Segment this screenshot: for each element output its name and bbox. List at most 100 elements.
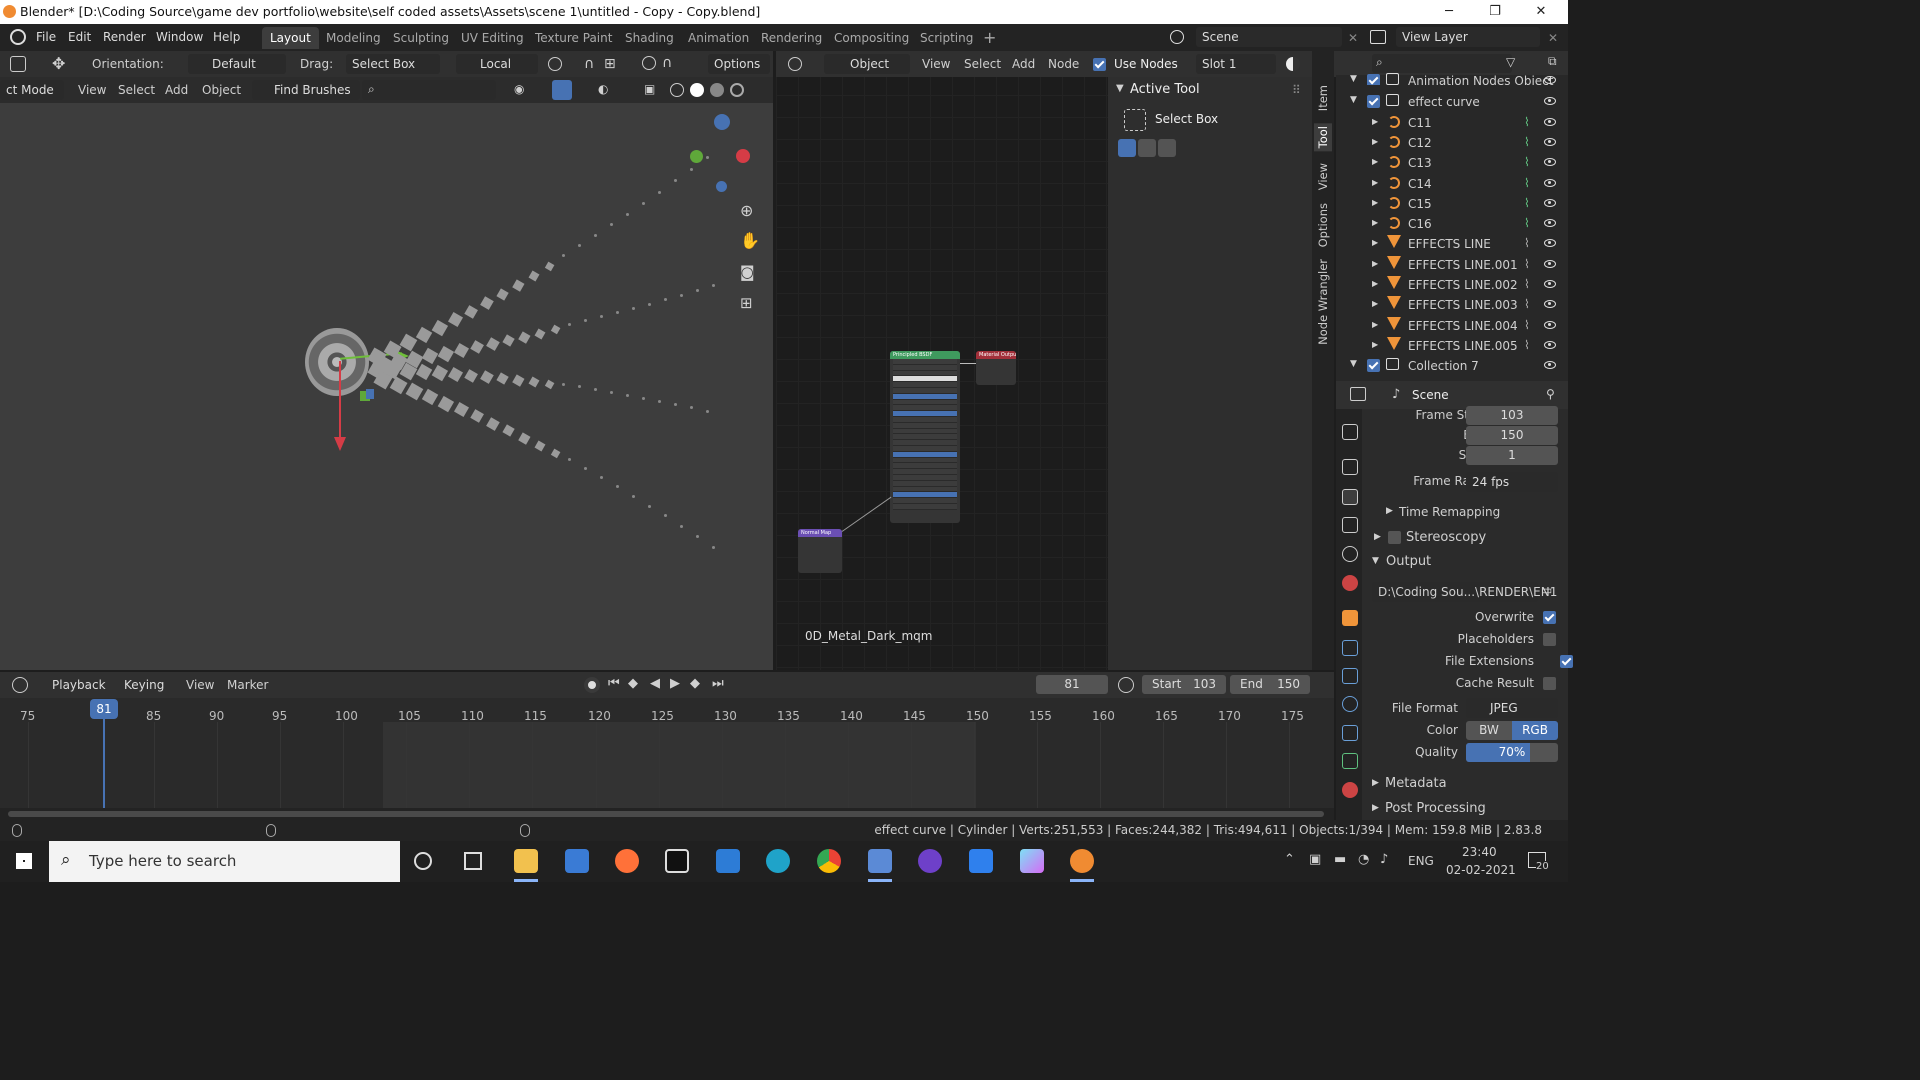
curve-data-icon[interactable]: ⌇ [1524,216,1530,230]
vscode-icon[interactable] [969,849,993,873]
timeline-scrollbar[interactable] [0,808,1334,820]
expand-chevron-icon[interactable]: ▶ [1372,117,1378,126]
maximize-button[interactable]: ❐ [1472,0,1518,24]
file-explorer-icon[interactable] [514,849,538,873]
collection-include-checkbox[interactable] [1367,359,1380,373]
visibility-eye-icon[interactable] [1544,137,1556,146]
time-remapping-panel[interactable]: Time Remapping [1399,505,1500,519]
tool-properties-icon[interactable] [1342,424,1358,440]
output-chevron-icon[interactable]: ▼ [1372,556,1379,566]
outliner-row[interactable]: ▼ effect curve [1336,92,1568,112]
visibility-eye-icon[interactable] [1544,198,1556,207]
expand-chevron-icon[interactable]: ▶ [1372,259,1378,268]
new-collection-icon[interactable]: ⧉ [1548,54,1557,69]
expand-chevron-icon[interactable]: ▶ [1372,218,1378,227]
timeline-marker-menu[interactable]: Marker [227,678,268,692]
mail-icon[interactable] [716,849,740,873]
output-properties-icon[interactable] [1342,489,1358,505]
outliner-row[interactable]: ▼ Collection 7 [1336,356,1568,376]
bsdf-socket-row[interactable] [893,503,957,510]
blender-menu-icon[interactable] [10,29,26,45]
modifier-properties-icon[interactable] [1342,640,1358,656]
world-properties-icon[interactable] [1342,575,1358,591]
preview-range-icon[interactable] [1118,677,1134,693]
principled-bsdf-node[interactable]: Principled BSDF [890,351,960,523]
add-workspace-button[interactable]: + [975,27,1004,49]
stereoscopy-panel[interactable]: Stereoscopy [1406,530,1486,545]
visibility-eye-icon[interactable] [1544,178,1556,187]
post-processing-chevron-icon[interactable]: ▶ [1372,803,1379,813]
tab-item[interactable]: Item [1316,85,1330,111]
blender-taskbar-icon[interactable] [1070,849,1094,873]
expand-chevron-icon[interactable]: ▶ [1372,340,1378,349]
language-indicator[interactable]: ENG [1408,854,1434,868]
curve-data-icon[interactable]: ⌇ [1524,176,1530,190]
menu-render[interactable]: Render [103,30,146,44]
outliner-row[interactable]: ▶ ⌇ EFFECTS LINE.004 [1336,316,1568,336]
node-editor-type-icon[interactable] [788,57,802,71]
file-format-dropdown[interactable]: JPEG [1466,698,1558,718]
panel-drag-icon[interactable]: ⠿ [1292,83,1301,97]
outliner-row[interactable]: ▼ Animation Nodes Object [1336,71,1568,85]
tab-options[interactable]: Options [1316,203,1330,247]
play-button[interactable]: ▶ [670,676,680,691]
tray-device-icon[interactable]: ▣ [1309,852,1321,867]
expand-chevron-icon[interactable]: ▶ [1372,279,1378,288]
metadata-chevron-icon[interactable]: ▶ [1372,778,1379,788]
jump-end-button[interactable]: ⏭ [712,676,724,691]
folder-icon[interactable]: ▭ [1541,583,1552,597]
start-frame-field[interactable]: Start 103 [1142,675,1226,694]
expand-chevron-icon[interactable]: ▼ [1350,74,1357,84]
quality-slider[interactable]: 70% [1466,743,1558,762]
outliner-row[interactable]: ▶ ⌇ EFFECTS LINE [1336,234,1568,254]
particle-properties-icon[interactable] [1342,668,1358,684]
outliner-row[interactable]: ▶ ⌇ EFFECTS LINE.005 [1336,336,1568,356]
modifier-icon[interactable]: ⌇ [1524,257,1530,271]
workspace-tab-layout[interactable]: Layout [262,27,319,49]
render-properties-icon[interactable] [1342,459,1358,475]
visibility-eye-icon[interactable] [1544,97,1556,106]
material-output-node[interactable]: Material Output [976,351,1016,385]
expand-chevron-icon[interactable]: ▶ [1372,238,1378,247]
visibility-eye-icon[interactable] [1544,76,1556,84]
curve-data-icon[interactable]: ⌇ [1524,196,1530,210]
collection-include-checkbox[interactable] [1367,74,1380,85]
tab-node-wrangler[interactable]: Node Wrangler [1316,259,1330,345]
expand-chevron-icon[interactable]: ▶ [1372,178,1378,187]
file-extensions-checkbox[interactable] [1559,655,1573,668]
volume-icon[interactable]: ♪ [1380,852,1388,867]
outliner-row[interactable]: ▶ ⌇ C14 [1336,174,1568,194]
view-layer-properties-icon[interactable] [1342,517,1358,533]
expand-chevron-icon[interactable]: ▶ [1372,320,1378,329]
time-remapping-chevron-icon[interactable]: ▶ [1386,506,1393,516]
wifi-icon[interactable]: ◔ [1358,852,1369,867]
visibility-eye-icon[interactable] [1544,239,1556,248]
play-reverse-button[interactable]: ◀ [650,676,660,691]
timeline[interactable]: Playback Keying View Marker ⏮ ◆ ◀ ▶ ◆ ⏭ … [0,672,1334,820]
object-properties-icon[interactable] [1342,610,1358,626]
workspace-tab-compositing[interactable]: Compositing [826,27,917,49]
modifier-icon[interactable]: ⌇ [1524,297,1530,311]
pin-icon[interactable]: ⚲ [1546,387,1555,401]
curve-data-icon[interactable]: ⌇ [1524,155,1530,169]
expand-chevron-icon[interactable]: ▶ [1372,299,1378,308]
outliner-filter-icon[interactable]: ▽ [1506,55,1515,69]
node-view-menu[interactable]: View [922,57,950,71]
output-panel[interactable]: Output [1386,554,1431,569]
node-select-menu[interactable]: Select [964,57,1001,71]
view-layer-field[interactable]: View Layer [1396,27,1540,47]
data-properties-icon[interactable] [1342,753,1358,769]
menu-file[interactable]: File [36,30,56,44]
slot-dropdown[interactable]: Slot 1 [1196,54,1276,74]
select-mode-subtract-icon[interactable] [1158,139,1176,157]
record-button[interactable] [584,677,600,693]
timeline-scroll-thumb[interactable] [8,811,1324,817]
visibility-eye-icon[interactable] [1544,300,1556,309]
workspace-tab-animation[interactable]: Animation [680,27,757,49]
outliner-row[interactable]: ▶ ⌇ EFFECTS LINE.002 [1336,275,1568,295]
outliner-row[interactable]: ▶ ⌇ C11 [1336,113,1568,133]
outliner-row[interactable]: ▶ ⌇ EFFECTS LINE.001 [1336,255,1568,275]
visibility-eye-icon[interactable] [1544,280,1556,288]
firefox-icon[interactable] [615,849,639,873]
collection-include-checkbox[interactable] [1367,95,1380,109]
